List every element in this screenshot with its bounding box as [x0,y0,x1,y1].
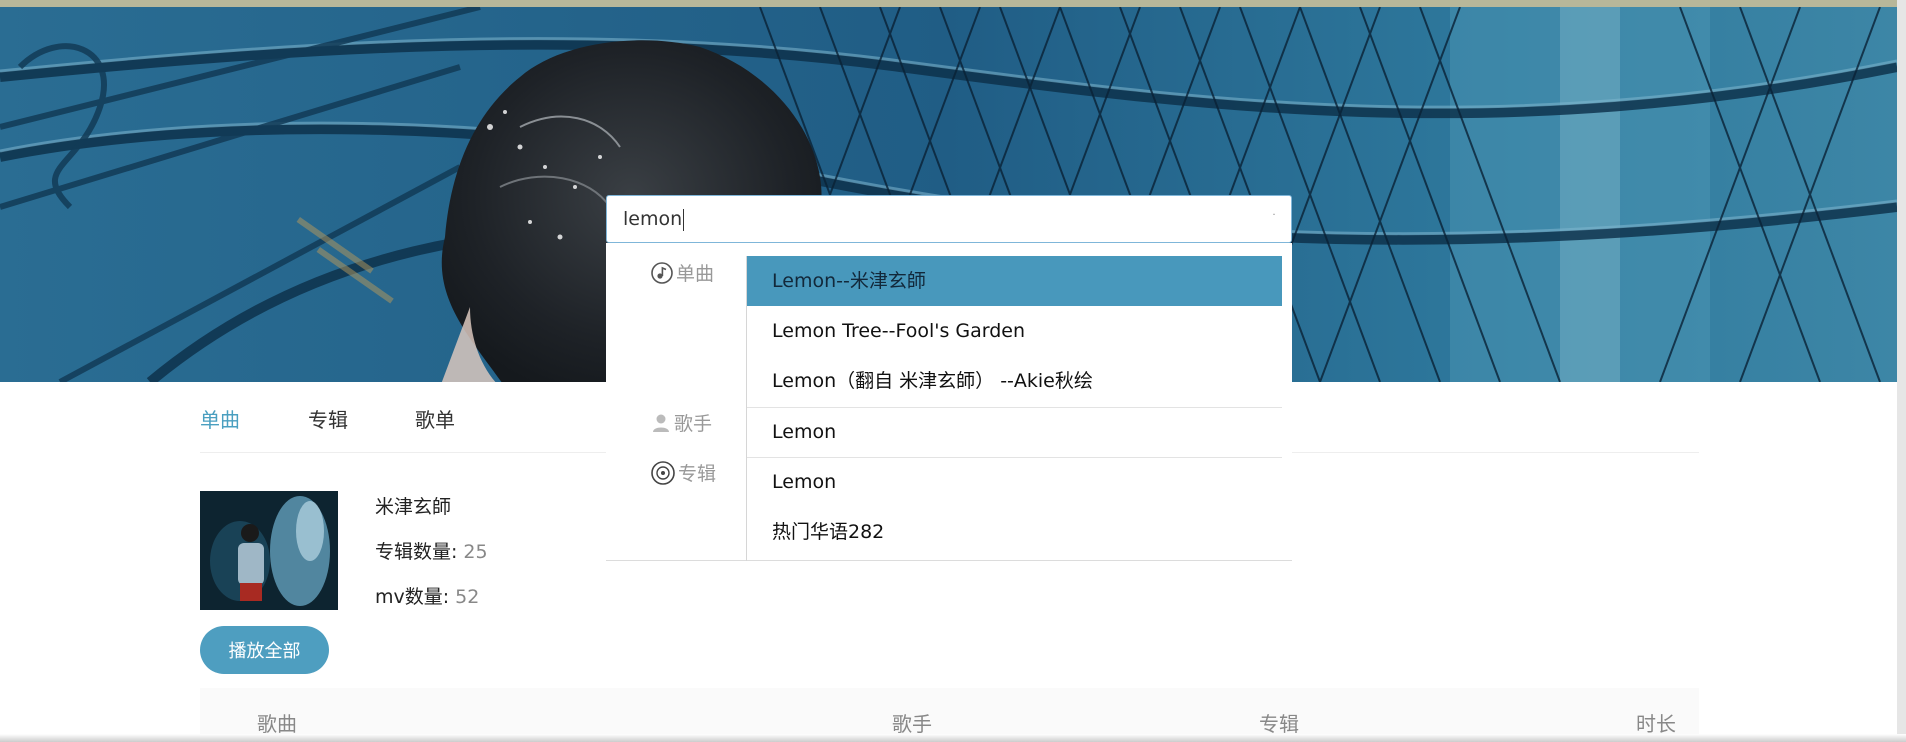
column-duration: 时长 [1636,712,1676,736]
artist-avatar [200,491,338,610]
column-singer: 歌手 [892,712,932,736]
top-border [0,0,1906,7]
suggestion-item[interactable]: Lemon Tree--Fool's Garden [747,306,1282,356]
mv-count: mv数量: 52 [375,582,479,609]
tab-playlists[interactable]: 歌单 [415,404,455,433]
tab-albums[interactable]: 专辑 [308,404,348,433]
play-all-button[interactable]: 播放全部 [200,626,329,674]
mv-count-label: mv数量: [375,586,450,608]
category-singers-label: 歌手 [674,413,713,435]
text-caret [683,208,685,231]
category-albums: 专辑 [650,459,716,486]
page-scrollbar[interactable] [1897,0,1906,742]
suggestion-item[interactable]: Lemon（翻自 米津玄師） --Akie秋绘 [747,356,1282,406]
category-songs-label: 单曲 [676,263,715,285]
mv-count-value: 52 [455,586,480,608]
suggestion-item[interactable]: 热门华语282 [747,507,1282,557]
search-input-value: lemon [623,208,683,230]
search-suggestions: 单曲 歌手 专辑 Lemon--米津玄師 Lemon Tree--Fool's … [606,243,1292,561]
album-count-label: 专辑数量: [375,541,458,563]
column-album: 专辑 [1259,712,1299,736]
category-singers: 歌手 [650,409,712,436]
artist-name: 米津玄師 [375,496,452,518]
column-song: 歌曲 [257,712,297,736]
album-count-value: 25 [463,541,488,563]
artist-photo-art [200,491,338,610]
music-note-icon [651,261,673,284]
person-icon [653,414,669,432]
tab-songs[interactable]: 单曲 [200,404,240,433]
suggestion-item[interactable]: Lemon [747,407,1282,457]
clear-icon[interactable]: ˙ [1271,196,1277,242]
suggestion-item[interactable]: Lemon [747,457,1282,507]
album-count: 专辑数量: 25 [375,537,488,564]
search-input[interactable]: lemon ˙ [606,195,1292,243]
disc-icon [651,460,675,485]
bottom-edge [0,734,1906,742]
category-songs: 单曲 [650,259,714,286]
suggestion-item[interactable]: Lemon--米津玄師 [747,256,1282,306]
category-albums-label: 专辑 [678,463,717,485]
